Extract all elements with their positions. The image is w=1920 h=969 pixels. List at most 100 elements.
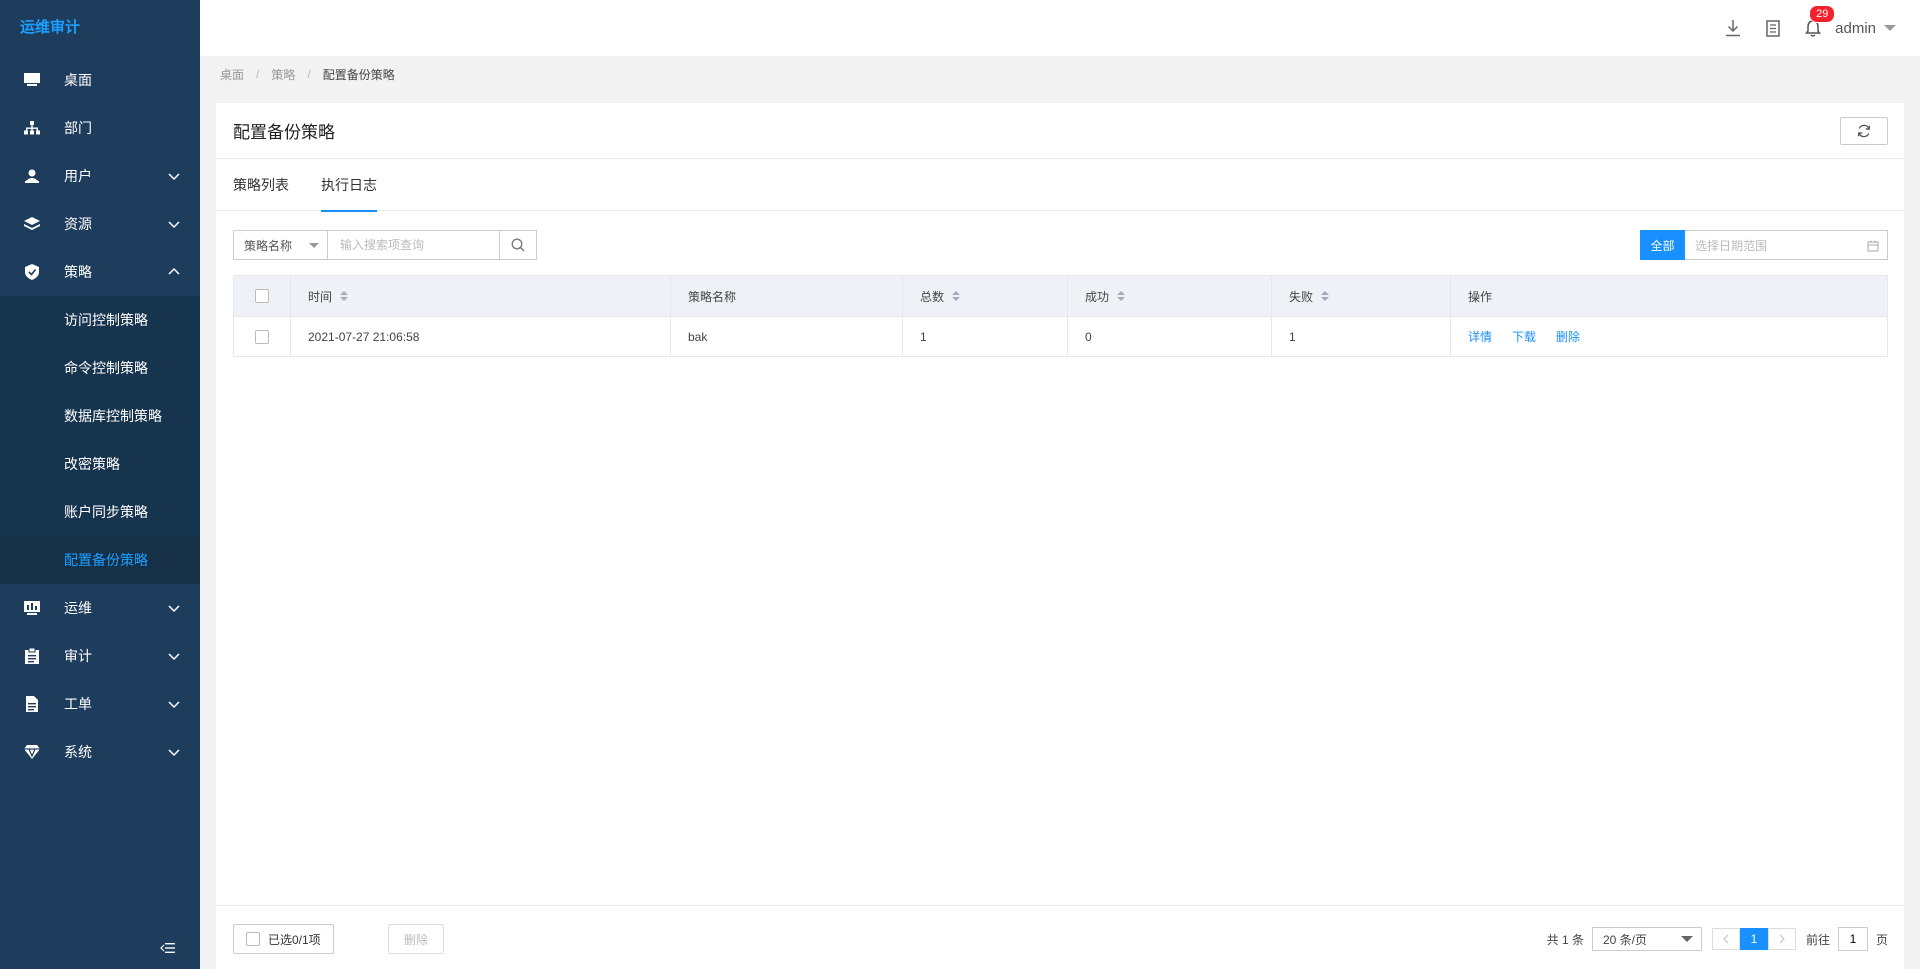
details-link[interactable]: 详情	[1468, 328, 1492, 345]
column-label: 操作	[1468, 289, 1493, 304]
ops-screen-icon	[24, 600, 40, 616]
table-row: 2021-07-27 21:06:58 bak 1 0 1 详情 下载 删除	[234, 316, 1887, 356]
main-card: 配置备份策略 策略列表 执行日志 策略名称 全部 选择日期范围	[216, 103, 1904, 969]
tab-policy-list[interactable]: 策略列表	[233, 159, 289, 211]
prev-page-button[interactable]	[1711, 928, 1740, 950]
chevron-right-icon	[1779, 934, 1785, 944]
chevron-up-icon	[168, 267, 180, 275]
submenu-item-command-control[interactable]: 命令控制策略	[0, 344, 200, 392]
column-header-failed: 失败	[1272, 276, 1451, 316]
search-field-value: 策略名称	[244, 238, 293, 253]
sidebar-item-user[interactable]: 用户	[0, 152, 200, 200]
sort-icon[interactable]	[1321, 291, 1330, 301]
goto-page: 前往 页	[1806, 927, 1888, 951]
user-icon	[24, 168, 40, 184]
sidebar-item-label: 系统	[64, 744, 92, 760]
column-header-actions: 操作	[1451, 276, 1887, 316]
select-summary[interactable]: 已选0/1项	[233, 924, 334, 954]
sidebar-item-resource[interactable]: 资源	[0, 200, 200, 248]
sidebar-item-audit[interactable]: 审计	[0, 632, 200, 680]
column-header-success: 成功	[1068, 276, 1272, 316]
sidebar-item-ops[interactable]: 运维	[0, 584, 200, 632]
delete-link[interactable]: 删除	[1556, 328, 1580, 345]
sidebar: 运维审计 桌面 部门 用户 资源 策略 访问控制策略 命令控制策略 数据库控制策…	[0, 0, 200, 969]
all-dates-button[interactable]: 全部	[1640, 230, 1685, 260]
search-button[interactable]	[500, 230, 537, 260]
shield-icon	[24, 264, 40, 280]
batch-delete-button[interactable]: 删除	[388, 924, 444, 954]
goto-prefix: 前往	[1805, 932, 1830, 947]
column-label: 总数	[920, 289, 945, 304]
column-header-total: 总数	[903, 276, 1068, 316]
sidebar-item-label: 资源	[64, 216, 92, 232]
column-label: 成功	[1085, 289, 1110, 304]
breadcrumb-item-desktop[interactable]: 桌面	[220, 66, 244, 83]
chevron-down-icon	[168, 605, 180, 613]
document-list-icon[interactable]	[1763, 18, 1783, 38]
policy-submenu: 访问控制策略 命令控制策略 数据库控制策略 改密策略 账户同步策略 配置备份策略	[0, 296, 200, 584]
chevron-down-icon	[168, 701, 180, 709]
breadcrumb-item-current: 配置备份策略	[322, 67, 395, 82]
sidebar-item-system[interactable]: 系统	[0, 728, 200, 776]
submenu-item-database-control[interactable]: 数据库控制策略	[0, 392, 200, 440]
sort-icon[interactable]	[340, 291, 349, 301]
chevron-down-icon	[168, 749, 180, 757]
sidebar-item-department[interactable]: 部门	[0, 104, 200, 152]
pagination: 共 1 条 20 条/页 1 前往 页	[1547, 924, 1888, 954]
search-input[interactable]	[328, 230, 500, 260]
submenu-item-account-sync[interactable]: 账户同步策略	[0, 488, 200, 536]
sidebar-item-policy[interactable]: 策略	[0, 248, 200, 296]
next-page-button[interactable]	[1767, 928, 1796, 950]
submenu-item-access-control[interactable]: 访问控制策略	[0, 296, 200, 344]
selected-count: 已选0/1项	[268, 932, 321, 947]
row-checkbox[interactable]	[255, 329, 269, 344]
app-logo[interactable]: 运维审计	[0, 0, 200, 56]
goto-page-input[interactable]	[1837, 927, 1868, 951]
select-all-cell	[234, 276, 291, 316]
footer-select-checkbox[interactable]	[246, 932, 260, 946]
table-header-row: 时间 策略名称 总数 成功 失败 操作	[234, 276, 1887, 316]
org-chart-icon	[24, 120, 40, 136]
page-size-select[interactable]: 20 条/页	[1591, 927, 1702, 951]
select-all-checkbox[interactable]	[255, 289, 269, 303]
notification-bell-icon[interactable]: 29	[1803, 5, 1836, 38]
top-header: 29 admin	[200, 0, 1920, 56]
sidebar-item-label: 运维	[64, 600, 92, 616]
username: admin	[1835, 19, 1876, 37]
submenu-item-config-backup[interactable]: 配置备份策略	[0, 536, 200, 584]
page-number-current[interactable]: 1	[1739, 928, 1768, 950]
collapse-menu-icon[interactable]	[160, 940, 176, 956]
page-title: 配置备份策略	[233, 123, 335, 142]
search-bar: 策略名称	[233, 230, 537, 260]
user-menu[interactable]: admin	[1835, 20, 1896, 37]
refresh-button[interactable]	[1840, 117, 1888, 145]
sidebar-item-label: 审计	[64, 648, 92, 664]
date-range-input[interactable]: 选择日期范围	[1685, 230, 1888, 260]
breadcrumb: 桌面 / 策略 / 配置备份策略	[220, 64, 395, 84]
download-link[interactable]: 下载	[1512, 328, 1536, 345]
sidebar-item-desktop[interactable]: 桌面	[0, 56, 200, 104]
download-icon[interactable]	[1723, 18, 1743, 38]
page-size-value: 20 条/页	[1602, 932, 1647, 947]
row-select-cell	[234, 317, 291, 356]
monitor-icon	[24, 72, 40, 88]
column-label: 失败	[1289, 289, 1314, 304]
tab-execution-log[interactable]: 执行日志	[321, 159, 377, 212]
sidebar-item-label: 策略	[64, 264, 92, 280]
column-header-time: 时间	[291, 276, 671, 316]
chevron-down-icon	[168, 173, 180, 181]
refresh-icon	[1857, 124, 1871, 138]
layers-icon	[24, 216, 40, 232]
notification-badge: 29	[1809, 5, 1836, 23]
sidebar-item-label: 桌面	[64, 72, 92, 88]
search-field-select[interactable]: 策略名称	[233, 230, 328, 260]
submenu-item-password-change[interactable]: 改密策略	[0, 440, 200, 488]
breadcrumb-item-policy[interactable]: 策略	[271, 66, 295, 83]
document-icon	[24, 696, 40, 712]
execution-log-table: 时间 策略名称 总数 成功 失败 操作 2021-07-27 21:06:58 …	[233, 275, 1888, 357]
column-header-policy-name: 策略名称	[671, 276, 903, 316]
sort-icon[interactable]	[952, 291, 961, 301]
chevron-left-icon	[1723, 934, 1729, 944]
sort-icon[interactable]	[1117, 291, 1126, 301]
sidebar-item-ticket[interactable]: 工单	[0, 680, 200, 728]
